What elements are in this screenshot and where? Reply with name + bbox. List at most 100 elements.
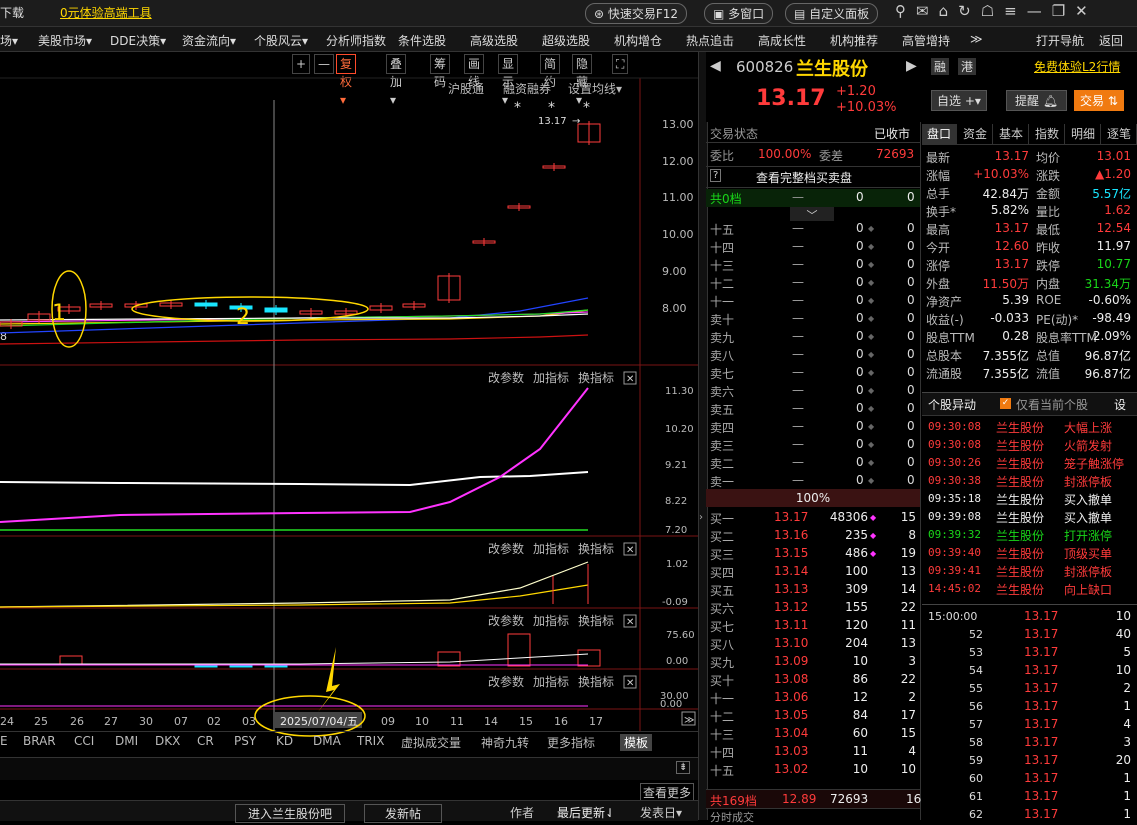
home-icon[interactable]: ⌂ xyxy=(939,2,959,20)
sell-level-row[interactable]: 十四 —0 ◆ 0 xyxy=(706,238,920,256)
events-settings-button[interactable]: 设 xyxy=(1114,396,1126,413)
menu-item-8[interactable]: 超级选股 xyxy=(542,32,590,49)
indicator-tab-2[interactable]: CCI xyxy=(74,734,94,748)
sell-level-row[interactable]: 卖九 —0 ◆ 0 xyxy=(706,328,920,346)
buy-level-row[interactable]: 买十 13.08 86 22 xyxy=(706,671,920,689)
menu-item-3[interactable]: 资金流向▾ xyxy=(182,32,236,49)
buy-level-row[interactable]: 买八 13.10 204 13 xyxy=(706,635,920,653)
menu-item-6[interactable]: 条件选股 xyxy=(398,32,446,49)
menu-item-5[interactable]: 分析师指数 xyxy=(326,32,386,49)
stats-tab-0[interactable]: 盘口 xyxy=(922,124,958,144)
p3-ctrl-2[interactable]: 换指标 xyxy=(578,541,614,556)
next-stock-icon[interactable]: ▶ xyxy=(906,58,917,74)
sell-level-row[interactable]: 卖二 —0 ◆ 0 xyxy=(706,454,920,472)
p2-ctrl-2[interactable]: 换指标 xyxy=(578,370,614,385)
custom-panel-button[interactable]: ▤ 自定义面板 xyxy=(785,3,879,24)
buy-level-row[interactable]: 十三 13.04 60 15 xyxy=(706,725,920,743)
chart-canvas[interactable]: 13.0012.0011.0010.009.008.008* * *13.17 →1 2… xyxy=(0,52,698,757)
menu-item-10[interactable]: 热点追击 xyxy=(686,32,734,49)
indicator-tab-11[interactable]: 神奇九转 xyxy=(481,734,529,751)
indicator-tab-5[interactable]: CR xyxy=(197,734,214,748)
p5-ctrl-0[interactable]: 改参数 xyxy=(488,674,524,689)
minimize-icon[interactable]: — xyxy=(1027,2,1052,20)
event-row[interactable]: 09:39:40 兰生股份 顶级买单 xyxy=(924,544,1137,562)
event-row[interactable]: 09:30:08 兰生股份 大幅上涨 xyxy=(924,418,1137,436)
sell-level-row[interactable]: 卖八 —0 ◆ 0 xyxy=(706,346,920,364)
buy-level-row[interactable]: 买三 13.15 486 ◆ 19 xyxy=(706,545,920,563)
expand-sell-icon[interactable]: ﹀ xyxy=(790,207,834,222)
title-left-fragment[interactable]: 下载 xyxy=(0,4,24,21)
stats-tab-4[interactable]: 明细 xyxy=(1066,124,1102,144)
stats-tab-2[interactable]: 基本 xyxy=(994,124,1030,144)
menu-item-14[interactable]: ≫ xyxy=(970,32,983,46)
p2-ctrl-0[interactable]: 改参数 xyxy=(488,370,524,385)
sell-level-row[interactable]: 卖十 —0 ◆ 0 xyxy=(706,310,920,328)
indicator-tab-12[interactable]: 更多指标 xyxy=(547,734,595,751)
event-row[interactable]: 09:35:18 兰生股份 买入撤单 xyxy=(924,490,1137,508)
back-button[interactable]: 返回 xyxy=(1099,32,1123,49)
stats-tab-5[interactable]: 逐笔 xyxy=(1102,124,1137,144)
indicator-tab-9[interactable]: TRIX xyxy=(357,734,384,748)
new-post-button[interactable]: 发新帖 xyxy=(364,804,443,823)
event-row[interactable]: 09:30:26 兰生股份 笼子触涨停 xyxy=(924,454,1137,472)
time-sales-label[interactable]: 分时成交 xyxy=(710,809,754,825)
event-row[interactable]: 09:30:38 兰生股份 封涨停板 xyxy=(924,472,1137,490)
tab-last-updated[interactable]: 最后更新⇃ xyxy=(557,804,615,821)
p2-ctrl-1[interactable]: 加指标 xyxy=(533,370,569,385)
full-book-row[interactable]: ? 查看完整档买卖盘 xyxy=(706,166,920,188)
open-nav-button[interactable]: 打开导航 xyxy=(1036,32,1084,49)
indicator-tab-13[interactable]: 模板 xyxy=(620,734,653,751)
menu-item-2[interactable]: DDE决策▾ xyxy=(110,32,166,49)
quick-trade-button[interactable]: ⊛ 快速交易F12 xyxy=(585,3,688,24)
event-row[interactable]: 09:39:41 兰生股份 封涨停板 xyxy=(924,562,1137,580)
buy-level-row[interactable]: 买七 13.11 120 11 xyxy=(706,617,920,635)
help-icon[interactable]: ? xyxy=(710,169,722,182)
trade-button[interactable]: 交易 ⇅ xyxy=(1074,90,1124,111)
add-watchlist-button[interactable]: 自选 +▾ xyxy=(931,90,987,111)
p4-ctrl-2[interactable]: 换指标 xyxy=(578,613,614,628)
buy-level-row[interactable]: 十二 13.05 84 17 xyxy=(706,707,920,725)
refresh-icon[interactable]: ↻ xyxy=(958,2,981,20)
menu-item-12[interactable]: 机构推荐 xyxy=(830,32,878,49)
alert-button[interactable]: 提醒 🔔︎ xyxy=(1006,90,1068,111)
shirt-icon[interactable]: ☖ xyxy=(981,2,1004,20)
buy-level-row[interactable]: 买九 13.09 10 3 xyxy=(706,653,920,671)
prev-stock-icon[interactable]: ◀ xyxy=(710,58,721,74)
sell-level-row[interactable]: 十三 —0 ◆ 0 xyxy=(706,256,920,274)
menu-item-9[interactable]: 机构增仓 xyxy=(614,32,662,49)
p3-ctrl-1[interactable]: 加指标 xyxy=(533,541,569,556)
buy-level-row[interactable]: 十一 13.06 12 2 xyxy=(706,689,920,707)
user-icon[interactable]: ⚲ xyxy=(895,2,916,20)
sell-level-row[interactable]: 卖七 —0 ◆ 0 xyxy=(706,364,920,382)
p4-ctrl-1[interactable]: 加指标 xyxy=(533,613,569,628)
p5-ctrl-1[interactable]: 加指标 xyxy=(533,674,569,689)
indicator-tab-4[interactable]: DKX xyxy=(155,734,180,748)
menu-item-11[interactable]: 高成长性 xyxy=(758,32,806,49)
buy-level-row[interactable]: 十四 13.03 11 4 xyxy=(706,743,920,761)
free-l2-link[interactable]: 免费体验L2行情 xyxy=(1034,58,1120,75)
p5-ctrl-2[interactable]: 换指标 xyxy=(578,674,614,689)
stats-tab-3[interactable]: 指数 xyxy=(1030,124,1066,144)
tab-author[interactable]: 作者 xyxy=(510,804,534,821)
close-icon[interactable]: ✕ xyxy=(1075,2,1098,20)
indicator-tab-6[interactable]: PSY xyxy=(234,734,256,748)
full-book-link[interactable]: 查看完整档买卖盘 xyxy=(756,169,852,186)
tab-post-date[interactable]: 发表日▾ xyxy=(640,804,682,821)
event-row[interactable]: 14:45:02 兰生股份 向上缺口 xyxy=(924,580,1137,598)
sell-level-row[interactable]: 十一 —0 ◆ 0 xyxy=(706,292,920,310)
sell-level-row[interactable]: 十五 —0 ◆ 0 xyxy=(706,220,920,238)
sell-level-row[interactable]: 卖六 —0 ◆ 0 xyxy=(706,382,920,400)
menu-icon[interactable]: ≡ xyxy=(1004,2,1027,20)
menu-item-13[interactable]: 高管增持 xyxy=(902,32,950,49)
indicator-tab-1[interactable]: BRAR xyxy=(23,734,56,748)
buy-level-row[interactable]: 买四 13.14 100 13 xyxy=(706,563,920,581)
buy-level-row[interactable]: 买六 13.12 155 22 xyxy=(706,599,920,617)
sell-level-row[interactable]: 卖三 —0 ◆ 0 xyxy=(706,436,920,454)
buy-level-row[interactable]: 买五 13.13 309 14 xyxy=(706,581,920,599)
event-row[interactable]: 09:39:08 兰生股份 买入撤单 xyxy=(924,508,1137,526)
buy-level-row[interactable]: 买一 13.17 48306 ◆ 15 xyxy=(706,509,920,527)
menu-item-7[interactable]: 高级选股 xyxy=(470,32,518,49)
menu-item-1[interactable]: 美股市场▾ xyxy=(38,32,92,49)
buy-level-row[interactable]: 买二 13.16 235 ◆ 8 xyxy=(706,527,920,545)
collapse-icon[interactable]: ⇟ xyxy=(676,761,691,774)
